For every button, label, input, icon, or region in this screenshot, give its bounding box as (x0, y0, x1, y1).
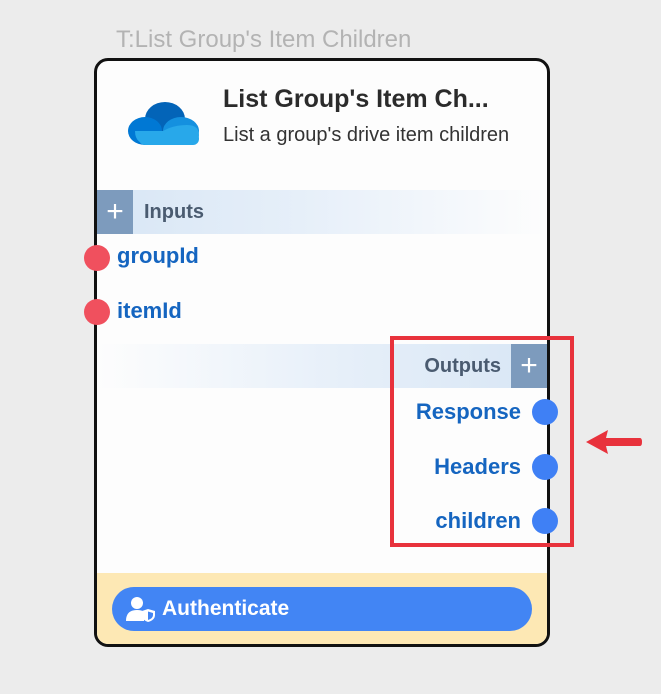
node-title: List Group's Item Ch... (223, 85, 489, 113)
node-description: List a group's drive item children (223, 124, 510, 146)
output-port-headers[interactable]: Headers (434, 452, 521, 482)
output-port-label: children (435, 508, 521, 533)
output-port-response[interactable]: Response (416, 397, 521, 427)
node-overlay-title: T:List Group's Item Children (116, 26, 412, 53)
output-port-label: Response (415, 399, 521, 424)
input-port-itemid[interactable]: itemId (117, 296, 182, 326)
output-port-dot-response[interactable] (532, 399, 558, 425)
output-port-label: Headers (434, 454, 521, 479)
add-input-button[interactable]: + (97, 190, 133, 234)
input-port-dot-groupid[interactable] (84, 245, 110, 271)
node-header: List Group's Item Ch... List a group's d… (97, 61, 547, 189)
input-port-label: groupId (117, 243, 199, 268)
node-footer: Authenticate (97, 573, 547, 644)
output-port-children[interactable]: children (435, 506, 521, 536)
inputs-label: Inputs (144, 201, 204, 223)
output-port-dot-children[interactable] (532, 508, 558, 534)
left-arrow-icon (586, 430, 642, 454)
input-port-dot-itemid[interactable] (84, 299, 110, 325)
input-port-label: itemId (117, 298, 182, 323)
authenticate-label: Authenticate (162, 597, 290, 620)
outputs-label: Outputs (424, 355, 501, 377)
add-output-button[interactable]: + (511, 344, 547, 388)
workflow-node-card[interactable]: List Group's Item Ch... List a group's d… (94, 58, 550, 647)
output-port-dot-headers[interactable] (532, 454, 558, 480)
inputs-section-header: + Inputs (97, 190, 547, 234)
authenticate-button[interactable]: Authenticate (112, 587, 532, 631)
user-shield-icon (126, 597, 155, 622)
onedrive-cloud-icon (128, 102, 199, 145)
input-port-groupid[interactable]: groupId (117, 241, 199, 271)
outputs-section-header: Outputs + (97, 344, 547, 388)
